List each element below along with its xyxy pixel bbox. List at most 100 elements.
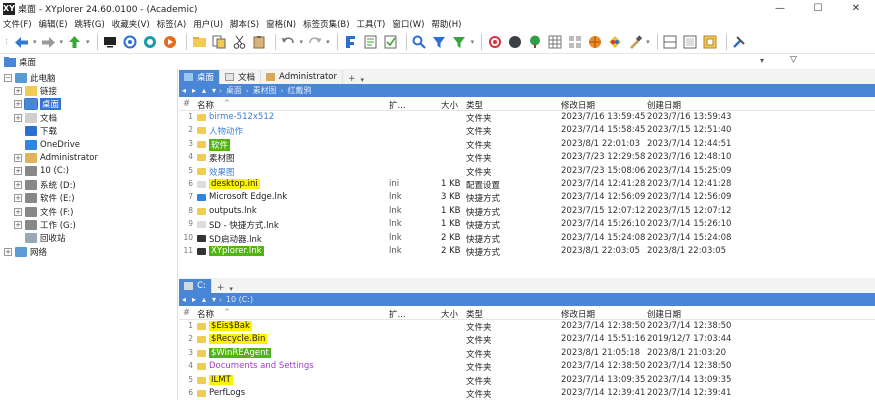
new-tab-button[interactable]: + [343, 74, 361, 84]
tree-item[interactable]: 下载 [14, 125, 57, 138]
menu-window[interactable]: 窗口(W) [389, 18, 428, 30]
column-created[interactable]: 创建日期 [647, 99, 681, 111]
column-ext[interactable]: 扩... [389, 308, 406, 320]
refresh-icon[interactable] [122, 34, 139, 51]
table-row[interactable]: 2 $Recycle.Bin 文件夹 2023/7/14 15:51:16 2019/1… [179, 333, 875, 346]
new-folder-icon[interactable] [191, 34, 208, 51]
table-row[interactable]: 6 desktop.ini ini 1 KB 配置设置 2023/7/14 12:41:2… [179, 178, 875, 191]
forward-dropdown-icon[interactable]: ▾ [60, 38, 64, 46]
menu-panes[interactable]: 窗格(N) [263, 18, 300, 30]
brush-icon[interactable] [626, 34, 643, 51]
target-icon[interactable] [142, 34, 159, 51]
tab-list-icon[interactable]: ▾ [229, 285, 233, 293]
single-pane-icon[interactable] [682, 34, 699, 51]
tree-item[interactable]: + 工作 (G:) [14, 218, 76, 231]
expand-icon[interactable]: + [14, 113, 22, 122]
close-button[interactable]: ✕ [837, 0, 875, 17]
up-icon[interactable] [66, 34, 83, 51]
expand-icon[interactable]: + [14, 100, 22, 109]
pin-icon[interactable] [362, 34, 379, 51]
check-icon[interactable] [382, 34, 399, 51]
collapse-icon[interactable]: − [4, 73, 12, 82]
funnel-icon[interactable] [431, 34, 448, 51]
column-size[interactable]: 大小 [441, 308, 458, 320]
column-created[interactable]: 创建日期 [647, 308, 681, 320]
menu-tabsets[interactable]: 标签页集(B) [300, 18, 353, 30]
dark-circle-icon[interactable] [506, 34, 523, 51]
minimize-button[interactable]: — [761, 0, 799, 17]
up-nav-icon[interactable]: ▴ [199, 86, 209, 95]
menu-edit[interactable]: 编辑(E) [36, 18, 72, 30]
expand-icon[interactable]: + [14, 153, 22, 162]
back-nav-icon[interactable]: ◂ [179, 86, 189, 95]
table-row[interactable]: 3 $WinREAgent 文件夹 2023/8/1 21:05:18 2023/8/1… [179, 347, 875, 360]
expand-icon[interactable]: + [14, 220, 22, 229]
play-icon[interactable] [162, 34, 179, 51]
column-name[interactable]: 名称 [197, 308, 214, 320]
copy-icon[interactable] [211, 34, 228, 51]
new-tab-button[interactable]: + [212, 283, 230, 293]
column-size[interactable]: 大小 [441, 99, 458, 111]
back-nav-icon[interactable]: ◂ [179, 295, 189, 304]
column-type[interactable]: 类型 [466, 308, 483, 320]
tree-item[interactable]: − 此电脑 [4, 71, 56, 84]
menu-user[interactable]: 用户(U) [190, 18, 227, 30]
table-row[interactable]: 5 ILMT 文件夹 2023/7/14 13:09:35 2023/7/14 13:0… [179, 374, 875, 387]
undo-icon[interactable] [280, 34, 297, 51]
table-row[interactable]: 4 素材图 文件夹 2023/7/23 12:29:58 2023/7/16 12:48… [179, 151, 875, 164]
table-row[interactable]: 10 SD启动器.lnk lnk 2 KB 快捷方式 2023/7/14 15:24:08… [179, 232, 875, 245]
breadcrumb-segment[interactable]: 10 (C:) [222, 295, 257, 304]
tab-desktop[interactable]: 桌面 [179, 70, 221, 84]
table-row[interactable]: 2 人物动作 文件夹 2023/7/14 15:58:45 2023/7/15 12:5… [179, 124, 875, 137]
tools-icon[interactable] [731, 34, 748, 51]
breadcrumb-segment[interactable]: 桌面 [222, 85, 246, 96]
undo-dropdown-icon[interactable]: ▾ [300, 38, 304, 46]
column-ext[interactable]: 扩... [389, 99, 406, 111]
menu-scripting[interactable]: 脚本(S) [227, 18, 263, 30]
address-text[interactable]: 桌面 [19, 56, 36, 68]
history-nav-icon[interactable]: ▾ [209, 86, 219, 95]
table-row[interactable]: 6 PerfLogs 文件夹 2023/7/14 12:39:41 2023/7/14 … [179, 387, 875, 400]
tiles-icon[interactable] [566, 34, 583, 51]
paste-icon[interactable] [251, 34, 268, 51]
breadcrumb-segment[interactable]: 素材图 [249, 85, 281, 96]
tree-item[interactable]: + Administrator [14, 151, 98, 164]
table-row[interactable]: 1 birme-512x512 文件夹 2023/7/16 13:59:45 2023/… [179, 111, 875, 124]
expand-icon[interactable]: + [14, 86, 22, 95]
desktop-icon[interactable] [102, 34, 119, 51]
search-icon[interactable] [411, 34, 428, 51]
redo-dropdown-icon[interactable]: ▾ [326, 38, 330, 46]
column-modified[interactable]: 修改日期 [561, 99, 595, 111]
dual-pane-icon[interactable] [662, 34, 679, 51]
up-dropdown-icon[interactable]: ▾ [86, 38, 90, 46]
column-modified[interactable]: 修改日期 [561, 308, 595, 320]
palette-icon[interactable] [606, 34, 623, 51]
table-row[interactable]: 1 $Eis$Bak 文件夹 2023/7/14 12:38:50 2023/7/14 … [179, 320, 875, 333]
menu-tools[interactable]: 工具(T) [354, 18, 390, 30]
menu-favorites[interactable]: 收藏夹(V) [109, 18, 154, 30]
pane-divider[interactable] [179, 266, 875, 278]
tree-icon[interactable] [526, 34, 543, 51]
tree-item[interactable]: + 文档 [14, 111, 57, 124]
tree-item[interactable]: 回收站 [14, 232, 66, 245]
tree-item[interactable]: + 系统 (D:) [14, 178, 76, 191]
tree-item[interactable]: + 桌面 [14, 98, 62, 111]
filter-dropdown-icon[interactable]: ▾ [471, 38, 475, 46]
brush-dropdown-icon[interactable]: ▾ [646, 38, 650, 46]
grid-icon[interactable] [546, 34, 563, 51]
expand-icon[interactable]: + [14, 180, 22, 189]
expand-icon[interactable]: + [4, 247, 12, 256]
expand-icon[interactable]: + [14, 167, 22, 176]
box-icon[interactable] [702, 34, 719, 51]
back-icon[interactable] [13, 34, 30, 51]
menu-tags[interactable]: 标签(A) [154, 18, 190, 30]
tab-drive-c[interactable]: C: [179, 279, 212, 293]
tree-item[interactable]: + 链接 [14, 84, 57, 97]
table-row[interactable]: 5 效果图 文件夹 2023/7/23 15:08:06 2023/7/14 15:25… [179, 165, 875, 178]
redo-icon[interactable] [306, 34, 323, 51]
table-row[interactable]: 3 软件 文件夹 2023/8/1 22:01:03 2023/7/14 12:44:5… [179, 138, 875, 151]
filter-icon[interactable] [342, 34, 359, 51]
cut-icon[interactable] [231, 34, 248, 51]
tree-item[interactable]: OneDrive [14, 138, 80, 151]
tree-item[interactable]: +10 (C:) [14, 165, 69, 178]
